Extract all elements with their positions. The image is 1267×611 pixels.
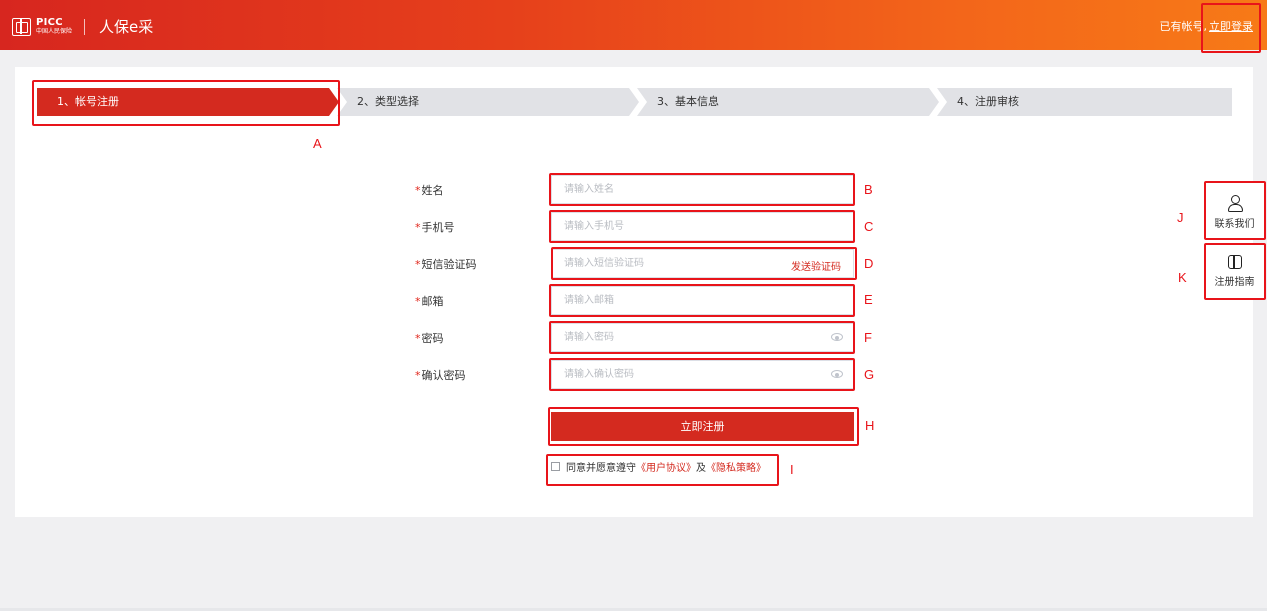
step-basic-info: 3、基本信息 — [637, 88, 939, 116]
registration-steps: 1、帐号注册 2、类型选择 3、基本信息 4、注册审核 — [37, 88, 1232, 116]
email-field[interactable] — [552, 287, 853, 314]
agree-conjunction: 及 — [696, 463, 706, 474]
book-icon — [1227, 255, 1242, 269]
annotation-label-d: D — [864, 256, 874, 271]
annotation-label-k: K — [1178, 270, 1187, 285]
picc-logo-icon — [12, 17, 31, 36]
logo-divider — [84, 18, 86, 35]
contact-us-button[interactable]: 联系我们 — [1205, 183, 1264, 238]
step-type-selection: 2、类型选择 — [337, 88, 639, 116]
logo-text-cn: 中国人民保险 — [36, 28, 73, 35]
picc-logo[interactable]: PICC 中国人民保险 人保e采 — [12, 16, 153, 37]
name-field[interactable] — [552, 176, 853, 203]
annotation-label-j: J — [1177, 210, 1184, 225]
confirm-password-field[interactable] — [552, 361, 853, 388]
login-link[interactable]: 立即登录 — [1209, 18, 1253, 34]
agree-checkbox[interactable] — [551, 462, 560, 471]
email-field-wrapper — [551, 286, 854, 315]
login-area: 已有帐号, 立即登录 — [1160, 18, 1254, 34]
annotation-label-e: E — [864, 292, 873, 307]
phone-label: *手机号 — [415, 221, 455, 234]
show-confirm-password-eye-icon[interactable] — [831, 370, 843, 378]
annotation-label-g: G — [864, 367, 875, 382]
annotation-label-f: F — [864, 330, 872, 345]
phone-field[interactable] — [552, 213, 853, 240]
registration-guide-label: 注册指南 — [1214, 277, 1255, 288]
name-field-wrapper — [551, 175, 854, 204]
contact-us-label: 联系我们 — [1214, 219, 1255, 230]
step-registration-review: 4、注册审核 — [937, 88, 1232, 116]
show-password-eye-icon[interactable] — [831, 333, 843, 341]
user-agreement-link[interactable]: 《用户协议》 — [636, 459, 696, 474]
agree-text: 同意并愿意遵守 — [566, 463, 636, 474]
annotation-label-c: C — [864, 219, 874, 234]
confirm-password-field-wrapper — [551, 360, 854, 389]
name-label: *姓名 — [415, 184, 444, 197]
form-row-password: *密码 — [0, 323, 1267, 353]
person-icon — [1227, 195, 1243, 212]
phone-field-wrapper — [551, 212, 854, 241]
password-label: *密码 — [415, 332, 444, 345]
password-field-wrapper — [551, 323, 854, 352]
app-name: 人保e采 — [99, 18, 154, 36]
password-field[interactable] — [552, 324, 853, 351]
has-account-text: 已有帐号, — [1159, 20, 1208, 33]
sms-code-field-wrapper: 发送验证码 — [551, 249, 854, 278]
email-label: *邮箱 — [415, 295, 444, 308]
privacy-policy-link[interactable]: 《隐私策略》 — [706, 459, 766, 474]
annotation-label-h: H — [865, 418, 875, 433]
annotation-label-i: I — [790, 462, 794, 477]
registration-guide-button[interactable]: 注册指南 — [1205, 245, 1264, 300]
step-account-registration: 1、帐号注册 — [37, 88, 339, 116]
form-row-phone: *手机号 — [0, 212, 1267, 242]
confirm-password-label: *确认密码 — [415, 369, 466, 382]
annotation-label-b: B — [864, 182, 873, 197]
form-row-email: *邮箱 — [0, 286, 1267, 316]
register-button[interactable]: 立即注册 — [551, 412, 854, 441]
annotation-label-a: A — [313, 136, 322, 151]
agreement-row: 同意并愿意遵守 《用户协议》 及 《隐私策略》 — [551, 459, 766, 474]
logo-text-en: PICC — [36, 17, 63, 28]
form-row-sms: *短信验证码 发送验证码 — [0, 249, 1267, 279]
send-code-button[interactable]: 发送验证码 — [791, 258, 841, 273]
sms-code-label: *短信验证码 — [415, 258, 477, 271]
form-row-confirm-password: *确认密码 — [0, 360, 1267, 390]
form-row-name: *姓名 — [0, 175, 1267, 205]
top-header: PICC 中国人民保险 人保e采 已有帐号, 立即登录 — [0, 0, 1267, 50]
